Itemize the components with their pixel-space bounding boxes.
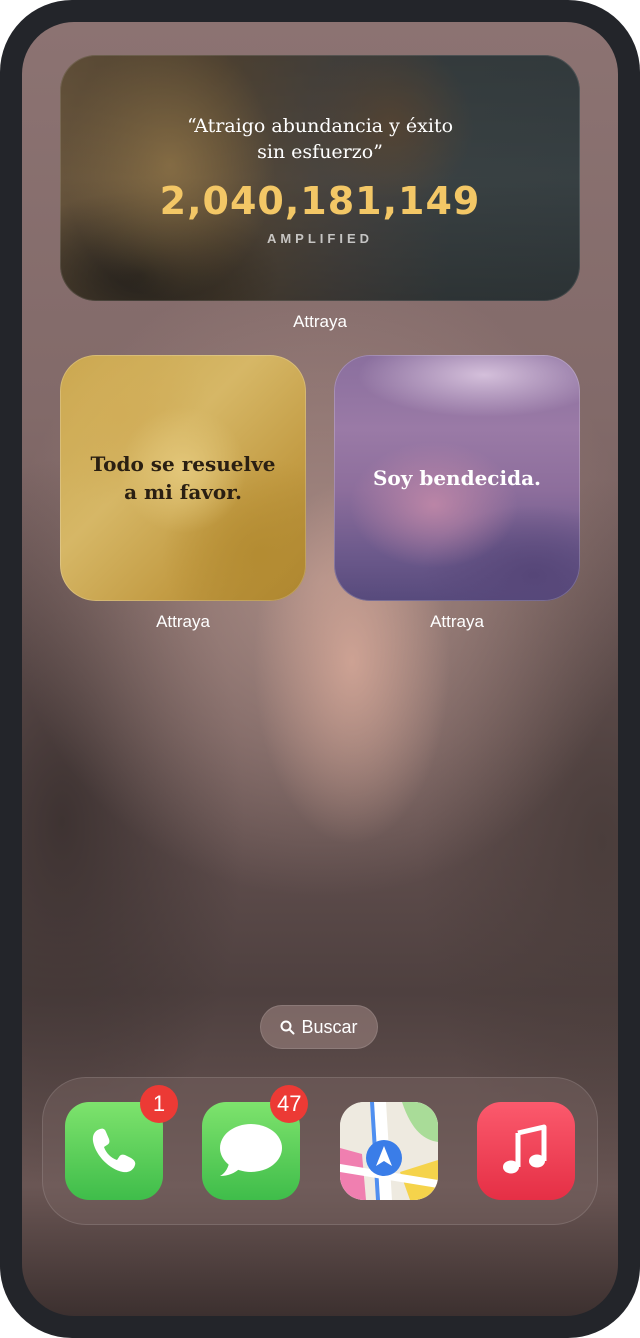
affirmation-line-1: Todo se resuelve [90,452,276,476]
affirmation-quote: “Atraigo abundancia y éxito sin esfuerzo… [60,113,580,165]
affirmation-line-2: a mi favor. [124,480,242,504]
attraya-affirmation-widget-purple[interactable]: Soy bendecida. [334,355,580,601]
music-app-icon[interactable] [477,1102,575,1200]
attraya-affirmation-widget-gold[interactable]: Todo se resuelve a mi favor. [60,355,306,601]
widget-label-right: Attraya [430,612,484,631]
home-screen: “Atraigo abundancia y éxito sin esfuerzo… [22,22,618,1316]
search-button[interactable]: Buscar [260,1005,378,1049]
magnifying-glass-icon [280,1020,295,1034]
speech-bubble-icon [220,1124,282,1176]
phone-frame: “Atraigo abundancia y éxito sin esfuerzo… [0,0,640,1338]
search-label: Buscar [301,1016,358,1037]
map-navigation-arrow-icon [340,1102,438,1200]
affirmation-text-purple: Soy bendecida. [372,466,541,490]
phone-handset-icon [92,1128,136,1173]
attraya-counter-widget[interactable]: “Atraigo abundancia y éxito sin esfuerzo… [60,55,580,301]
affirmation-quote-text: “Atraigo abundancia y éxito sin esfuerzo… [186,115,454,163]
affirmation-text-gold: Todo se resuelve a mi favor. [91,450,276,506]
widget-label-top: Attraya [293,312,347,331]
music-note-icon [503,1124,547,1174]
phone-notification-badge: 1 [140,1085,178,1123]
widget-label-left: Attraya [156,612,210,631]
amplified-caption: AMPLIFIED [266,231,374,246]
maps-app-icon[interactable] [340,1102,438,1200]
amplified-counter: 2,040,181,149 [159,179,481,223]
